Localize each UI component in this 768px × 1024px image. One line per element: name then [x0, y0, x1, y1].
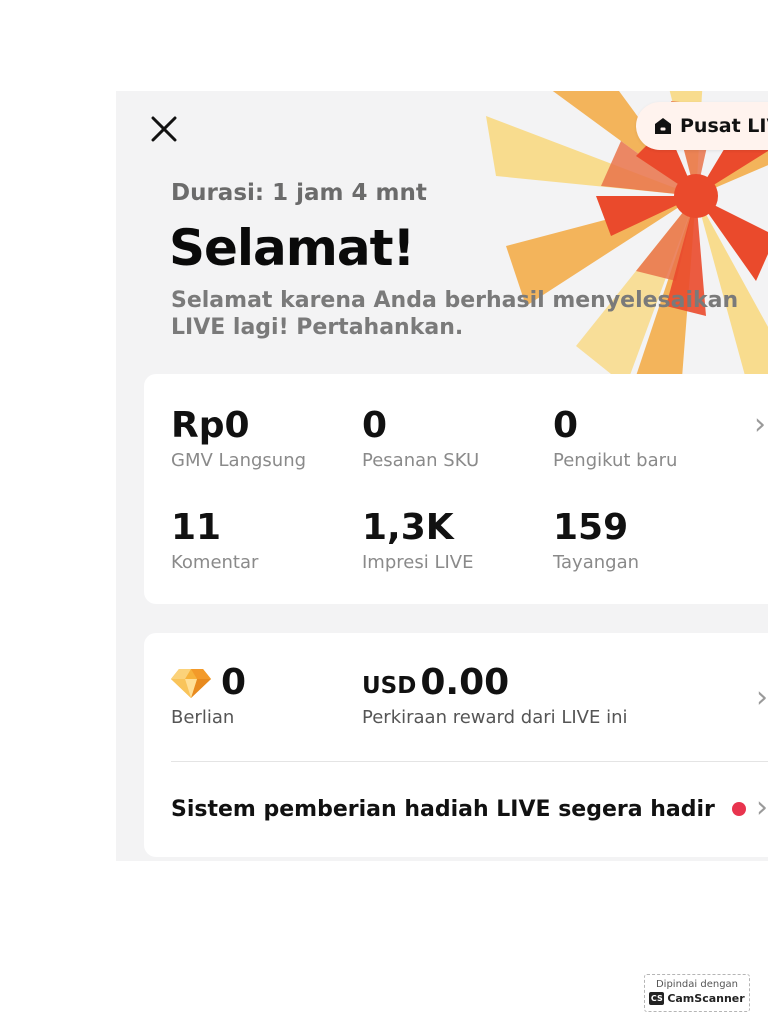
camscanner-logo-icon: CS: [649, 992, 665, 1005]
stat-value: 0: [553, 405, 579, 446]
live-summary-screen: Pusat LIVE Durasi: 1 jam 4 mnt Selamat! …: [116, 91, 768, 861]
stat-value: 159: [553, 507, 629, 548]
stat-label: Pesanan SKU: [362, 450, 480, 471]
chevron-right-icon[interactable]: ›: [754, 410, 766, 440]
gift-system-notice[interactable]: Sistem pemberian hadiah LIVE segera hadi…: [171, 797, 715, 822]
diamonds-value: 0: [221, 662, 247, 703]
stat-value: 1,3K: [362, 507, 454, 548]
live-center-button[interactable]: Pusat LIVE: [636, 102, 768, 150]
stat-sku-orders: 0 Pesanan SKU: [362, 405, 480, 472]
diamonds-label: Berlian: [171, 707, 235, 728]
chevron-right-icon[interactable]: ›: [756, 683, 768, 713]
scanner-caption: Dipindai dengan: [655, 979, 739, 990]
page-title: Selamat!: [169, 219, 415, 277]
stat-label: Pengikut baru: [553, 450, 678, 471]
stats-card[interactable]: Rp0 GMV Langsung 0 Pesanan SKU 0 Pengiku…: [144, 374, 768, 604]
stat-new-followers: 0 Pengikut baru: [553, 405, 678, 472]
scanner-watermark: Dipindai dengan CS CamScanner: [644, 974, 750, 1012]
reward-label: Perkiraan reward dari LIVE ini: [362, 707, 628, 728]
chevron-right-icon[interactable]: ›: [756, 793, 768, 823]
divider: [171, 761, 768, 762]
stat-views: 159 Tayangan: [553, 507, 640, 574]
stat-value: Rp0: [171, 405, 250, 446]
live-center-label: Pusat LIVE: [680, 115, 768, 137]
reward-value: 0.00: [420, 662, 510, 703]
stat-value: 11: [171, 507, 222, 548]
notification-dot: [732, 802, 746, 816]
diamonds-stat[interactable]: 0 Berlian: [171, 663, 246, 728]
stat-label: Komentar: [171, 552, 259, 573]
scanner-brand: CamScanner: [667, 992, 745, 1005]
rewards-card: 0 Berlian USD 0.00 Perkiraan reward dari…: [144, 633, 768, 857]
stat-value: 0: [362, 405, 388, 446]
stat-gmv: Rp0 GMV Langsung: [171, 405, 307, 472]
stat-label: Impresi LIVE: [362, 552, 474, 573]
stat-comments: 11 Komentar: [171, 507, 259, 574]
diamond-icon: [171, 669, 211, 698]
close-icon: [151, 116, 177, 142]
currency-label: USD: [362, 673, 417, 699]
stat-label: Tayangan: [553, 552, 640, 573]
stat-label: GMV Langsung: [171, 450, 307, 471]
home-icon: [655, 118, 671, 134]
close-button[interactable]: [146, 111, 182, 147]
estimated-reward-stat[interactable]: USD 0.00 Perkiraan reward dari LIVE ini: [362, 662, 628, 729]
stat-impressions: 1,3K Impresi LIVE: [362, 507, 474, 574]
duration-text: Durasi: 1 jam 4 mnt: [171, 180, 427, 206]
subtitle-text: Selamat karena Anda berhasil menyelesaik…: [171, 288, 739, 340]
